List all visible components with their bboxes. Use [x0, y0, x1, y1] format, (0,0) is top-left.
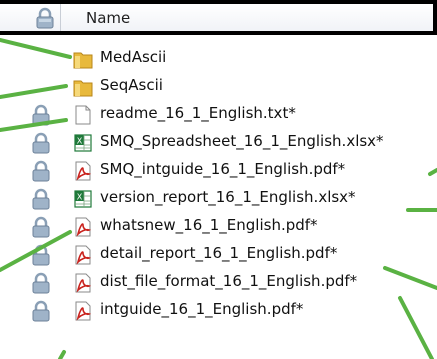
lock-icon: [32, 188, 50, 210]
lock-icon: [32, 300, 50, 322]
file-name: whatsnew_16_1_English.pdf*: [100, 216, 318, 234]
lock-icon: [32, 216, 50, 238]
leader-line: [58, 350, 66, 359]
lock-icon: [32, 132, 50, 154]
file-name: SMQ_Spreadsheet_16_1_English.xlsx*: [100, 132, 384, 150]
list-item[interactable]: X version_report_16_1_English.xlsx*: [0, 185, 437, 213]
list-item[interactable]: SeqAscii: [0, 73, 437, 101]
list-item[interactable]: MedAscii: [0, 45, 437, 73]
lock-icon: [32, 244, 50, 266]
header-divider: [433, 4, 437, 31]
text-file-icon: [75, 105, 91, 125]
file-name: MedAscii: [100, 48, 167, 66]
name-column-header[interactable]: Name: [86, 9, 130, 27]
pdf-file-icon: [75, 217, 92, 237]
pdf-file-icon: [75, 245, 92, 265]
file-name: detail_report_16_1_English.pdf*: [100, 244, 338, 262]
file-name: intguide_16_1_English.pdf*: [100, 300, 304, 318]
svg-text:X: X: [77, 137, 83, 146]
list-item[interactable]: whatsnew_16_1_English.pdf*: [0, 213, 437, 241]
excel-file-icon: X: [74, 134, 92, 152]
file-name: version_report_16_1_English.xlsx*: [100, 188, 356, 206]
list-item[interactable]: SMQ_intguide_16_1_English.pdf*: [0, 157, 437, 185]
pdf-file-icon: [75, 301, 92, 321]
folder-icon: [73, 52, 93, 69]
column-header-bar: Name: [0, 0, 437, 35]
svg-text:X: X: [77, 193, 83, 202]
pdf-file-icon: [75, 273, 92, 293]
lock-icon: [32, 272, 50, 294]
excel-file-icon: X: [74, 190, 92, 208]
file-list-window: Name MedAscii SeqAscii readme_16_1_Engli…: [0, 0, 437, 359]
lock-icon: [36, 7, 54, 29]
list-item[interactable]: dist_file_format_16_1_English.pdf*: [0, 269, 437, 297]
lock-column-header[interactable]: [0, 4, 61, 31]
pdf-file-icon: [75, 161, 92, 181]
list-item[interactable]: detail_report_16_1_English.pdf*: [0, 241, 437, 269]
list-item[interactable]: intguide_16_1_English.pdf*: [0, 297, 437, 325]
lock-icon: [32, 104, 50, 126]
list-item[interactable]: X SMQ_Spreadsheet_16_1_English.xlsx*: [0, 129, 437, 157]
folder-icon: [73, 80, 93, 97]
file-name: dist_file_format_16_1_English.pdf*: [100, 272, 358, 290]
lock-icon: [32, 160, 50, 182]
list-item[interactable]: readme_16_1_English.txt*: [0, 101, 437, 129]
file-name: SeqAscii: [100, 76, 163, 94]
file-name: SMQ_intguide_16_1_English.pdf*: [100, 160, 346, 178]
file-name: readme_16_1_English.txt*: [100, 104, 296, 122]
